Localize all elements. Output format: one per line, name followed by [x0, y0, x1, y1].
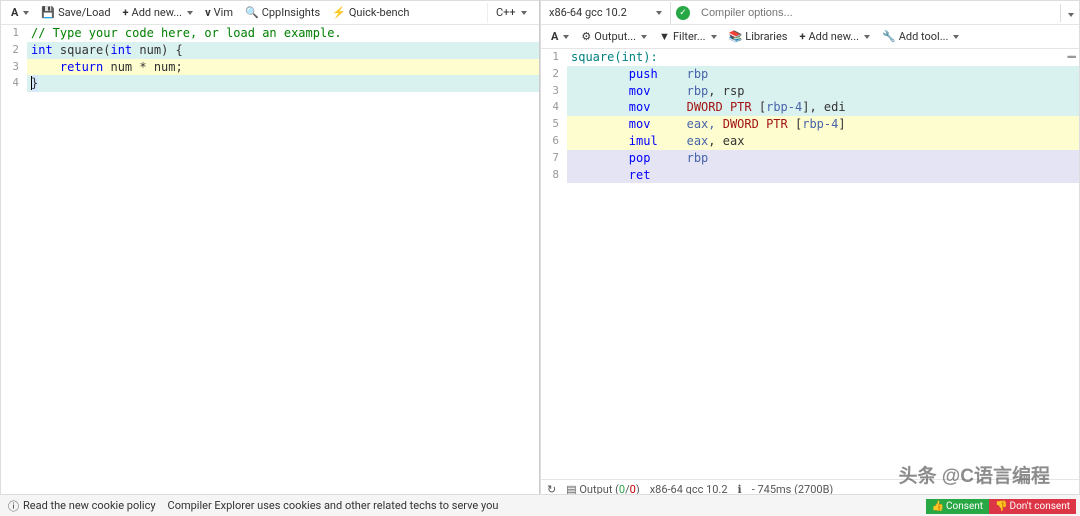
- asm-line: mov rbp, rsp: [567, 83, 1079, 100]
- font-menu-button[interactable]: A: [5, 4, 35, 21]
- vim-icon: v: [205, 6, 211, 19]
- wrench-icon: 🔧: [882, 30, 896, 43]
- caret-down-icon: [641, 35, 647, 39]
- save-load-button[interactable]: 💾Save/Load: [35, 4, 116, 21]
- code-line: // Type your code here, or load an examp…: [27, 25, 539, 42]
- code-line: return num * num;: [27, 59, 539, 76]
- cookie-message: Compiler Explorer uses cookies and other…: [168, 499, 499, 512]
- caret-down-icon: [521, 11, 527, 15]
- add-new-button[interactable]: +Add new...: [793, 28, 876, 45]
- dont-consent-button[interactable]: 👎Don't consent: [989, 499, 1076, 514]
- options-dropdown-button[interactable]: [1060, 4, 1079, 22]
- asm-line: square(int):: [567, 49, 1079, 66]
- caret-down-icon: [187, 11, 193, 15]
- asm-line: mov eax, DWORD PTR [rbp-4]: [567, 116, 1079, 133]
- caret-down-icon: [864, 35, 870, 39]
- source-editor[interactable]: 1234 // Type your code here, or load an …: [1, 25, 539, 499]
- filter-button[interactable]: ▼Filter...: [653, 28, 723, 45]
- minimap: ▬▬: [1067, 51, 1075, 62]
- search-icon: 🔍: [245, 6, 259, 19]
- book-icon: 📚: [729, 30, 743, 43]
- compiler-options-input[interactable]: [695, 2, 1060, 24]
- caret-down-icon: [23, 11, 29, 15]
- caret-down-icon: [656, 11, 662, 15]
- thumbs-down-icon: 👎: [995, 501, 1007, 512]
- asm-line: push rbp: [567, 66, 1079, 83]
- plus-icon: +: [123, 6, 129, 19]
- compiler-select[interactable]: x86-64 gcc 10.2: [541, 2, 671, 24]
- line-gutter: 12345678: [541, 49, 567, 479]
- code-line: int square(int num) {: [27, 42, 539, 59]
- add-new-button[interactable]: +Add new...: [117, 4, 200, 21]
- vim-button[interactable]: vVim: [199, 4, 239, 21]
- thumbs-up-icon: 👍: [932, 501, 944, 512]
- asm-line: mov DWORD PTR [rbp-4], edi: [567, 99, 1079, 116]
- output-button[interactable]: ⚙Output...: [575, 28, 653, 45]
- asm-line: ret: [567, 167, 1079, 184]
- quickbench-button[interactable]: ⚡Quick-bench: [326, 4, 415, 21]
- asm-line: pop rbp: [567, 150, 1079, 167]
- caret-down-icon: [1068, 13, 1074, 17]
- save-icon: 💾: [41, 6, 55, 19]
- consent-button[interactable]: 👍Consent: [926, 499, 989, 514]
- compiler-bar: x86-64 gcc 10.2 ✓: [541, 1, 1079, 25]
- plus-icon: +: [799, 30, 805, 43]
- cookie-policy-link[interactable]: Read the new cookie policy: [23, 499, 156, 512]
- bolt-icon: ⚡: [332, 6, 346, 19]
- cppinsights-button[interactable]: 🔍CppInsights: [239, 4, 326, 21]
- caret-down-icon: [711, 35, 717, 39]
- language-select[interactable]: C++: [487, 3, 535, 23]
- filter-icon: ▼: [659, 30, 670, 43]
- asm-editor[interactable]: 12345678 ▬▬ square(int): push rbp mov rb…: [541, 49, 1079, 479]
- right-toolbar: A ⚙Output... ▼Filter... 📚Libraries +Add …: [541, 25, 1079, 49]
- line-gutter: 1234: [1, 25, 27, 499]
- add-tool-button[interactable]: 🔧Add tool...: [876, 28, 965, 45]
- info-icon: ⓘ: [8, 498, 19, 514]
- libraries-button[interactable]: 📚Libraries: [723, 28, 794, 45]
- cookie-banner: ⓘ Read the new cookie policy Compiler Ex…: [0, 494, 1080, 516]
- asm-line: imul eax, eax: [567, 133, 1079, 150]
- caret-down-icon: [563, 35, 569, 39]
- gear-icon: ⚙: [581, 30, 591, 43]
- left-toolbar: A 💾Save/Load +Add new... vVim 🔍CppInsigh…: [1, 1, 539, 25]
- font-menu-button[interactable]: A: [545, 28, 575, 45]
- status-ok-icon: ✓: [676, 6, 690, 20]
- code-line: }: [27, 75, 539, 92]
- caret-down-icon: [953, 35, 959, 39]
